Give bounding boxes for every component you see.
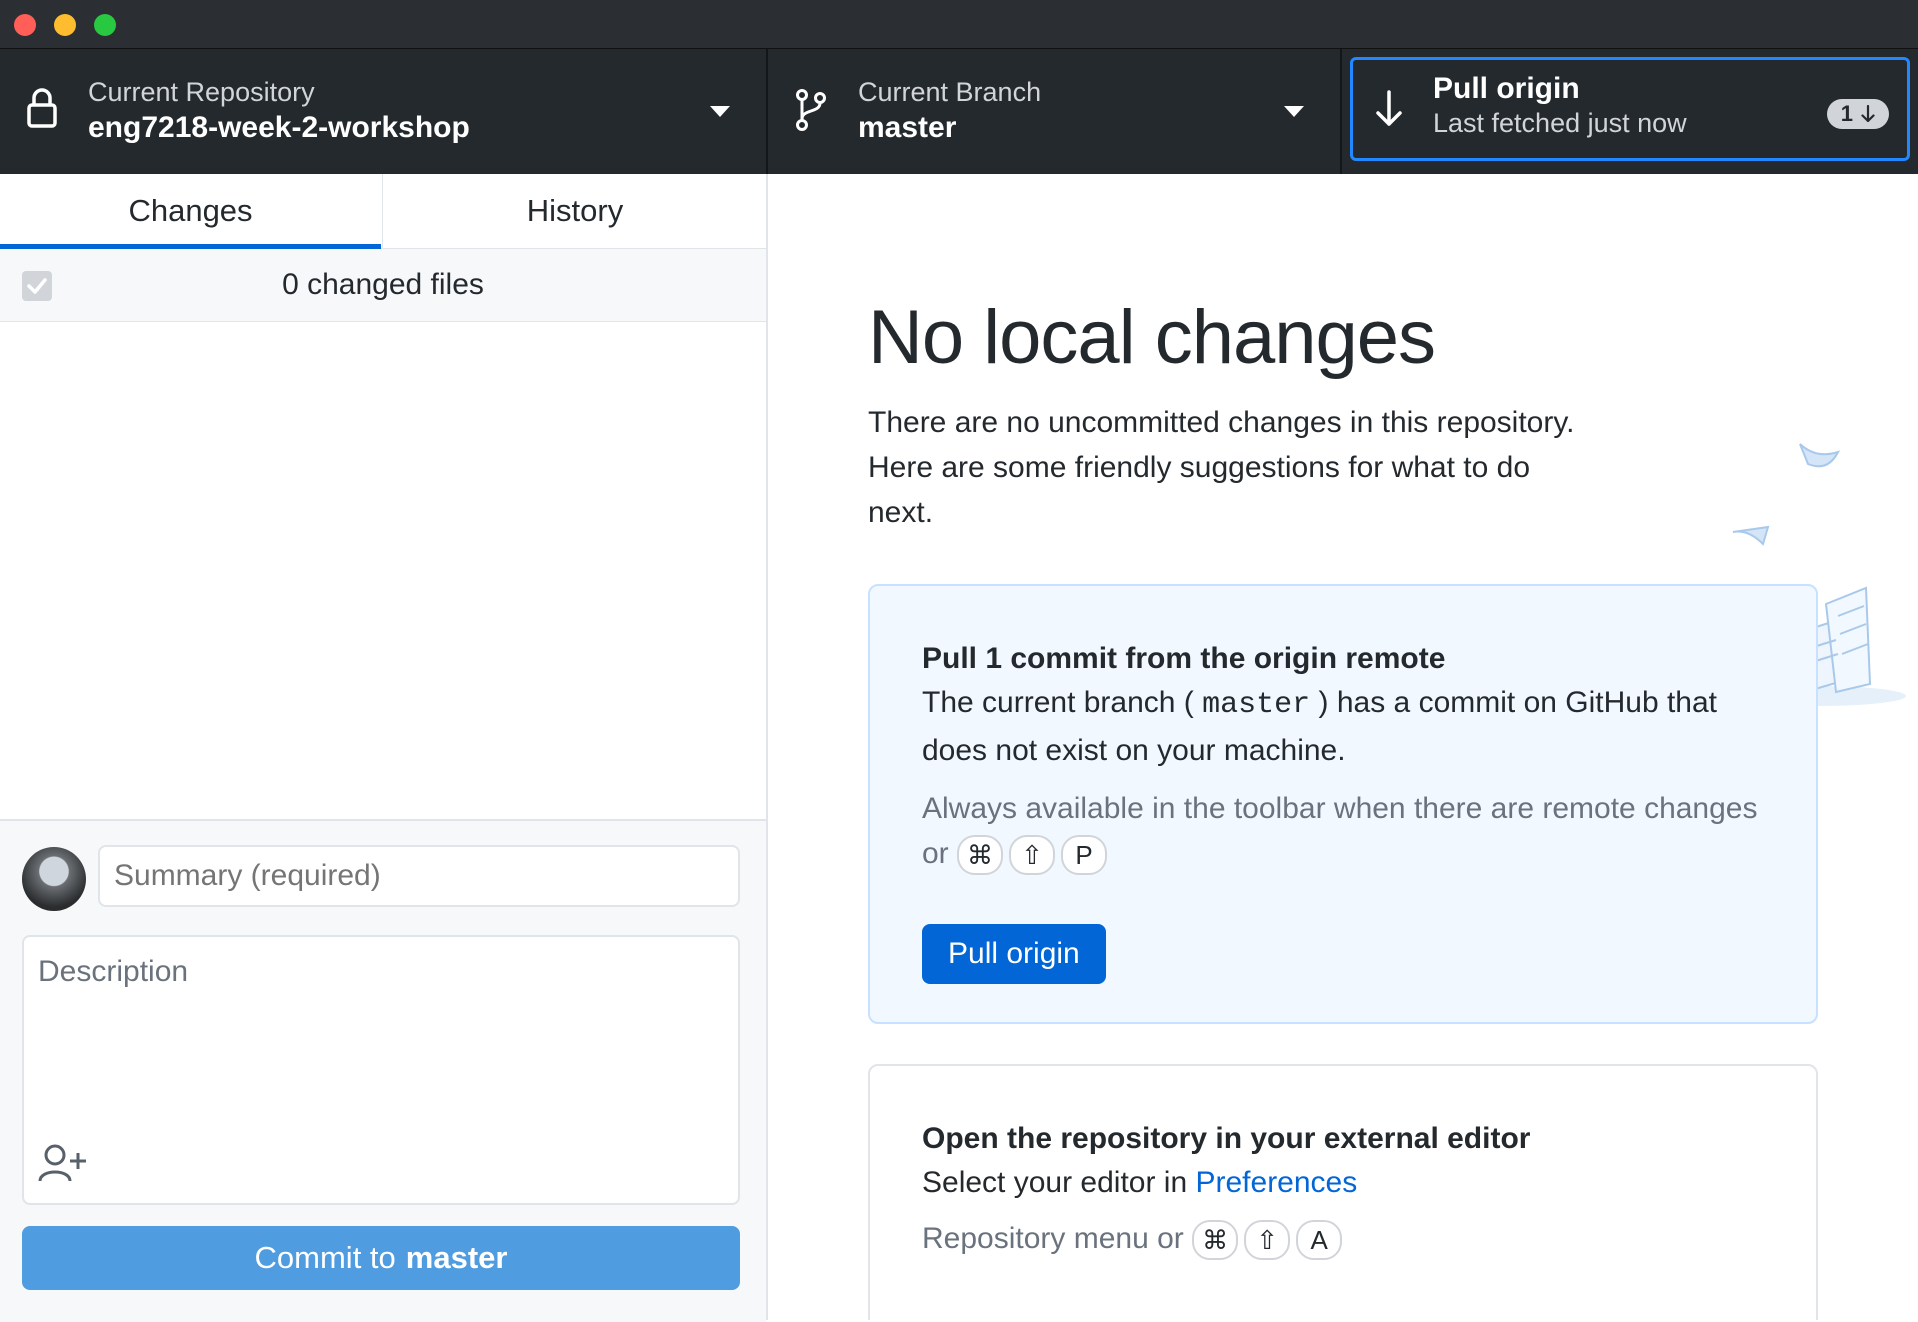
zoom-window-button[interactable] bbox=[94, 14, 116, 36]
incoming-commits-badge: 1 bbox=[1826, 99, 1889, 129]
main-panel: No local changes There are no uncommitte… bbox=[768, 174, 1918, 1320]
a-key: A bbox=[1296, 1220, 1343, 1261]
p-key: P bbox=[1061, 835, 1108, 876]
toolbar-divider bbox=[1340, 49, 1342, 174]
chevron-down-icon bbox=[710, 106, 730, 117]
tab-history-label: History bbox=[526, 193, 624, 228]
arrow-down-icon bbox=[1376, 90, 1402, 126]
current-repository-button[interactable]: Current Repository eng7218-week-2-worksh… bbox=[0, 49, 766, 174]
commit-button-branch: master bbox=[405, 1240, 508, 1275]
tab-history[interactable]: History bbox=[382, 174, 767, 248]
intro-text: There are no uncommitted changes in this… bbox=[868, 406, 1575, 529]
current-repository-name: eng7218-week-2-workshop bbox=[88, 111, 470, 144]
editor-card-title: Open the repository in your external edi… bbox=[922, 1122, 1531, 1155]
editor-card-desc-text: Select your editor in bbox=[922, 1166, 1188, 1199]
changed-files-header: 0 changed files bbox=[0, 249, 766, 322]
summary-input[interactable] bbox=[98, 845, 740, 907]
pull-card-branch: master bbox=[1202, 688, 1311, 722]
command-key-icon: ⌘ bbox=[1192, 1220, 1239, 1261]
page-title: No local changes bbox=[868, 295, 1436, 380]
pull-origin-button[interactable]: Pull origin bbox=[922, 924, 1106, 984]
pull-card-hint: Always available in the toolbar when the… bbox=[922, 786, 1782, 876]
shift-key-icon: ⇧ bbox=[1244, 1220, 1291, 1261]
shift-key-icon: ⇧ bbox=[1009, 835, 1056, 876]
commit-button[interactable]: Commit to master bbox=[22, 1226, 740, 1290]
add-coauthor-icon[interactable] bbox=[38, 1143, 88, 1183]
changed-files-list bbox=[0, 322, 766, 819]
minimize-window-button[interactable] bbox=[54, 14, 76, 36]
current-branch-button[interactable]: Current Branch master bbox=[768, 49, 1340, 174]
chevron-down-icon bbox=[1284, 106, 1304, 117]
preferences-link[interactable]: Preferences bbox=[1195, 1166, 1357, 1199]
editor-card-hint-text: Repository menu or bbox=[922, 1222, 1184, 1255]
pull-card-desc-before: The current branch ( bbox=[922, 686, 1194, 719]
open-editor-card: Open the repository in your external edi… bbox=[868, 1064, 1818, 1320]
description-field[interactable]: Description bbox=[22, 935, 740, 1205]
command-key-icon: ⌘ bbox=[957, 835, 1004, 876]
changed-files-count: 0 changed files bbox=[282, 268, 484, 301]
close-window-button[interactable] bbox=[14, 14, 36, 36]
sidebar-tabs: Changes History bbox=[0, 174, 767, 250]
pull-suggestion-card: Pull 1 commit from the origin remote The… bbox=[868, 584, 1818, 1024]
current-branch-name: master bbox=[858, 111, 957, 144]
lock-icon bbox=[27, 88, 57, 128]
description-placeholder: Description bbox=[38, 955, 189, 988]
pull-card-description: The current branch ( master ) has a comm… bbox=[922, 680, 1782, 773]
commit-button-prefix: Commit to bbox=[254, 1240, 396, 1275]
git-branch-icon bbox=[796, 89, 826, 131]
avatar bbox=[22, 847, 86, 911]
last-fetched-text: Last fetched just now bbox=[1433, 108, 1687, 138]
tab-changes-label: Changes bbox=[128, 193, 253, 228]
editor-card-hint: Repository menu or ⌘ ⇧ A bbox=[922, 1216, 1782, 1261]
pull-card-title: Pull 1 commit from the origin remote bbox=[922, 642, 1446, 675]
editor-card-description: Select your editor in Preferences bbox=[922, 1160, 1782, 1205]
current-repository-label: Current Repository bbox=[88, 77, 315, 107]
pull-origin-title: Pull origin bbox=[1433, 72, 1580, 105]
tab-changes[interactable]: Changes bbox=[0, 174, 381, 248]
arrow-down-icon bbox=[1861, 105, 1875, 123]
sidebar: Changes History 0 changed files Descript… bbox=[0, 174, 768, 1322]
commit-message-area: Description Commit to master bbox=[0, 819, 766, 1322]
window-title-bar bbox=[0, 0, 1918, 49]
toolbar: Current Repository eng7218-week-2-worksh… bbox=[0, 49, 1918, 174]
pull-origin-toolbar-button[interactable]: Pull origin Last fetched just now 1 bbox=[1350, 57, 1910, 161]
incoming-commits-count: 1 bbox=[1840, 101, 1853, 126]
current-branch-label: Current Branch bbox=[858, 77, 1042, 107]
